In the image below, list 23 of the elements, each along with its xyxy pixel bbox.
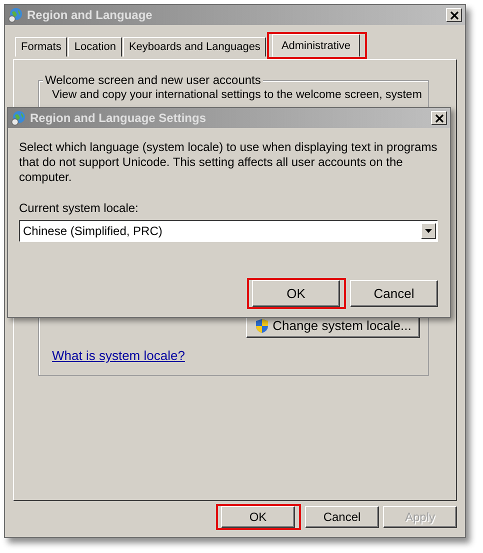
tab[interactable]: Administrative xyxy=(272,34,360,57)
dialog-button[interactable]: OK xyxy=(221,506,295,528)
close-button[interactable] xyxy=(446,8,462,22)
tab[interactable]: Location xyxy=(68,37,122,57)
globe-icon xyxy=(8,7,24,23)
shield-icon xyxy=(254,318,269,334)
close-icon xyxy=(434,114,444,122)
description-text: Select which language (system locale) to use when displaying text in programs that do not support Unicode. This setting affects all user accounts on the computer. xyxy=(19,140,438,185)
window-title: Region and Language xyxy=(27,8,154,22)
locale-label: Current system locale: xyxy=(19,201,140,215)
dialog-title: Region and Language Settings xyxy=(30,111,208,125)
globe-icon xyxy=(11,110,27,126)
system-locale-link[interactable]: What is system locale? xyxy=(52,348,185,363)
description-text: View and copy your international settings to the welcome screen, system xyxy=(52,88,422,103)
close-icon xyxy=(450,10,458,20)
dialog-button[interactable]: Cancel xyxy=(305,506,379,528)
group-legend: Welcome screen and new user accounts xyxy=(43,73,263,87)
tab[interactable]: Formats xyxy=(15,37,68,57)
locale-dropdown[interactable]: Chinese (Simplified, PRC) xyxy=(19,220,438,242)
tab[interactable]: Keyboards and Languages xyxy=(122,37,266,57)
dialog-button[interactable]: Cancel xyxy=(350,280,438,307)
close-button[interactable] xyxy=(431,111,447,125)
dialog-button[interactable]: OK xyxy=(252,280,340,307)
